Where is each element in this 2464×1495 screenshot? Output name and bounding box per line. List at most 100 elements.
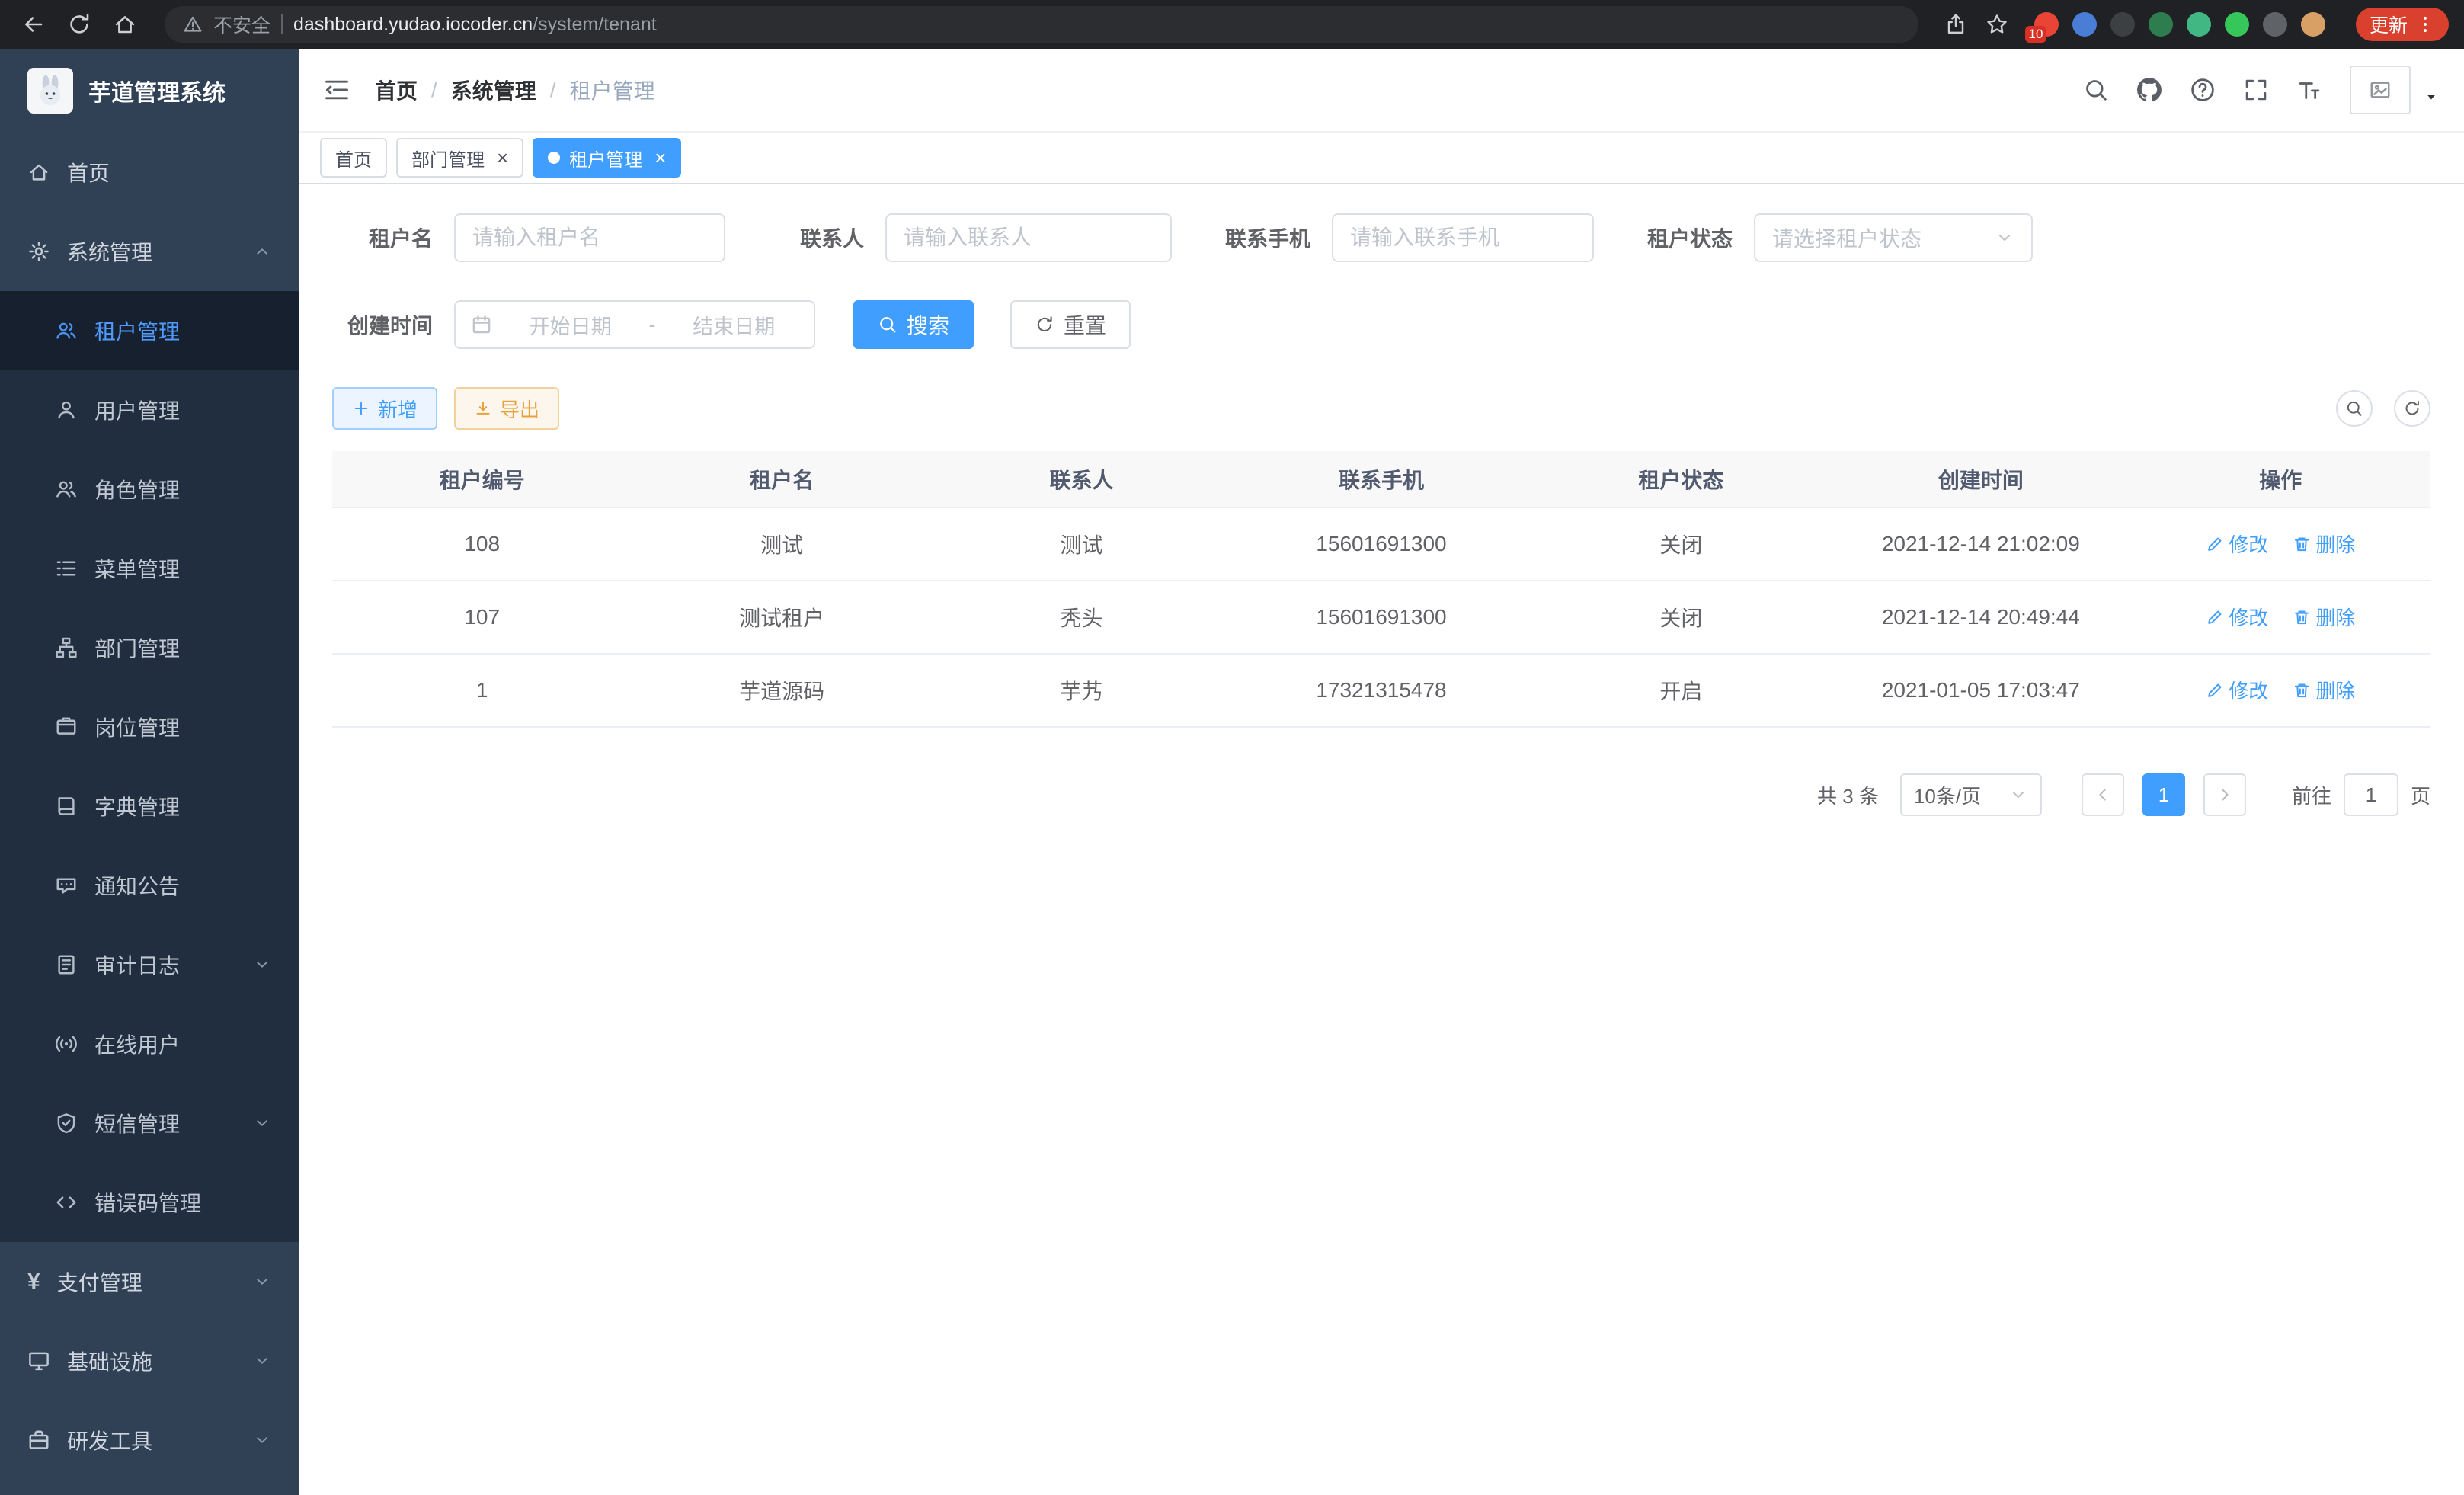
tab-item[interactable]: 租户管理× [533, 138, 681, 178]
font-size-icon[interactable] [2296, 77, 2322, 103]
update-button[interactable]: 更新 [2356, 8, 2449, 41]
sidebar-item[interactable]: 短信管理 [0, 1084, 299, 1163]
breadcrumb-item[interactable]: 首页 [375, 75, 418, 105]
edit-link[interactable]: 修改 [2206, 530, 2268, 558]
table-cell: 107 [332, 581, 632, 654]
phone-input[interactable] [1332, 213, 1594, 262]
sidebar-item[interactable]: 字典管理 [0, 767, 299, 846]
shield-icon [55, 1112, 78, 1135]
delete-link[interactable]: 删除 [2293, 676, 2355, 704]
tab-item[interactable]: 部门管理× [396, 138, 523, 178]
delete-link[interactable]: 删除 [2293, 530, 2355, 558]
column-header: 租户编号 [332, 451, 632, 507]
extension-chat-icon[interactable] [2225, 12, 2249, 37]
export-button[interactable]: 导出 [454, 387, 559, 430]
table-cell-operations: 修改删除 [2131, 507, 2430, 581]
fullscreen-icon[interactable] [2243, 77, 2269, 103]
extension-colorful-icon[interactable]: 10 [2034, 12, 2059, 37]
search-button[interactable]: 搜索 [853, 300, 974, 349]
sidebar-item[interactable]: 审计日志 [0, 925, 299, 1004]
edit-icon [2206, 608, 2224, 626]
sidebar-item[interactable]: 菜单管理 [0, 529, 299, 608]
phone-label: 联系手机 [1210, 222, 1310, 253]
help-icon[interactable] [2190, 77, 2216, 103]
edit-link[interactable]: 修改 [2206, 676, 2268, 704]
sidebar-item-label: 在线用户 [94, 1029, 180, 1059]
table-row: 108测试测试15601691300关闭2021-12-14 21:02:09修… [332, 507, 2430, 581]
next-page-button[interactable] [2203, 773, 2246, 816]
sidebar: 芋道管理系统 首页系统管理租户管理用户管理角色管理菜单管理部门管理岗位管理字典管… [0, 49, 299, 1495]
extension-blue-icon[interactable] [2072, 12, 2097, 37]
sidebar-item[interactable]: 系统管理 [0, 212, 299, 291]
search-icon[interactable] [2083, 77, 2109, 103]
breadcrumb-separator: / [550, 78, 556, 102]
close-icon[interactable]: × [497, 148, 508, 168]
column-header: 联系手机 [1231, 451, 1531, 507]
extension-green-icon[interactable] [2149, 12, 2173, 37]
screen: 不安全 dashboard.yudao.iocoder.cn/system/te… [0, 0, 2464, 1495]
extension-vue-icon[interactable] [2187, 12, 2211, 37]
bookmark-star-icon[interactable] [1986, 13, 2008, 36]
sidebar-item[interactable]: 角色管理 [0, 450, 299, 529]
prev-page-button[interactable] [2082, 773, 2124, 816]
roles-icon [55, 478, 78, 501]
chevron-down-icon [253, 1273, 271, 1291]
sidebar-item[interactable]: 基础设施 [0, 1321, 299, 1401]
browser-home-icon[interactable] [107, 6, 143, 43]
delete-link[interactable]: 删除 [2293, 603, 2355, 631]
org-tree-icon [55, 636, 78, 659]
close-icon[interactable]: × [654, 148, 666, 168]
goto-page-input[interactable] [2344, 773, 2398, 816]
table-row: 107测试租户秃头15601691300关闭2021-12-14 20:49:4… [332, 581, 2430, 654]
tab-item[interactable]: 首页 [320, 138, 387, 178]
contact-input[interactable] [885, 213, 1172, 262]
sidebar-item[interactable]: 部门管理 [0, 608, 299, 687]
sidebar-item[interactable]: 用户管理 [0, 370, 299, 450]
status-select[interactable]: 请选择租户状态 [1754, 213, 2033, 262]
edit-link[interactable]: 修改 [2206, 603, 2268, 631]
calendar-icon [471, 314, 492, 335]
table-cell: 开启 [1531, 654, 1831, 727]
user-avatar[interactable] [2350, 66, 2411, 114]
table-cell: 测试 [932, 507, 1231, 581]
address-separator [281, 14, 283, 34]
profile-avatar[interactable] [2301, 12, 2325, 37]
sidebar-item[interactable]: 通知公告 [0, 846, 299, 925]
app-frame: 芋道管理系统 首页系统管理租户管理用户管理角色管理菜单管理部门管理岗位管理字典管… [0, 49, 2464, 1495]
page-number-1[interactable]: 1 [2142, 773, 2185, 816]
sidebar-item[interactable]: 首页 [0, 133, 299, 212]
chevron-right-icon [2216, 786, 2234, 804]
address-bar[interactable]: 不安全 dashboard.yudao.iocoder.cn/system/te… [165, 6, 1918, 43]
share-icon[interactable] [1944, 13, 1967, 36]
refresh-table-button[interactable] [2394, 390, 2430, 427]
sidebar-item[interactable]: 研发工具 [0, 1401, 299, 1480]
sidebar-item[interactable]: 租户管理 [0, 291, 299, 370]
sidebar-item[interactable]: ¥支付管理 [0, 1242, 299, 1321]
tenant-name-input[interactable] [454, 213, 725, 262]
chevron-up-icon [253, 242, 271, 261]
github-icon[interactable] [2136, 77, 2162, 103]
sidebar-item[interactable]: 在线用户 [0, 1004, 299, 1084]
table-cell: 2021-01-05 17:03:47 [1831, 654, 2130, 727]
url-text: dashboard.yudao.iocoder.cn/system/tenant [293, 14, 657, 36]
toggle-search-button[interactable] [2336, 390, 2373, 427]
goto-label: 前往 [2292, 781, 2331, 809]
extension-dark-icon[interactable] [2110, 12, 2135, 37]
app-logo[interactable]: 芋道管理系统 [0, 49, 299, 133]
create-time-range-picker[interactable]: 开始日期 - 结束日期 [454, 300, 815, 349]
avatar-caret-down-icon[interactable] [2423, 88, 2440, 105]
book-icon [55, 795, 78, 818]
page-size-select[interactable]: 10条/页 [1900, 773, 2042, 816]
browser-back-icon[interactable] [15, 6, 52, 43]
browser-reload-icon[interactable] [61, 6, 98, 43]
breadcrumb-item[interactable]: 系统管理 [451, 75, 536, 105]
collapse-sidebar-icon[interactable] [323, 76, 350, 104]
security-chip[interactable]: 不安全 [213, 11, 270, 38]
reset-button[interactable]: 重置 [1010, 300, 1131, 349]
sidebar-item[interactable]: 错误码管理 [0, 1163, 299, 1242]
status-placeholder: 请选择租户状态 [1772, 222, 1922, 253]
sidebar-item[interactable]: 岗位管理 [0, 687, 299, 767]
browser-menu-icon[interactable] [2415, 14, 2435, 34]
add-button[interactable]: 新增 [332, 387, 437, 430]
extensions-puzzle-icon[interactable] [2263, 12, 2287, 37]
